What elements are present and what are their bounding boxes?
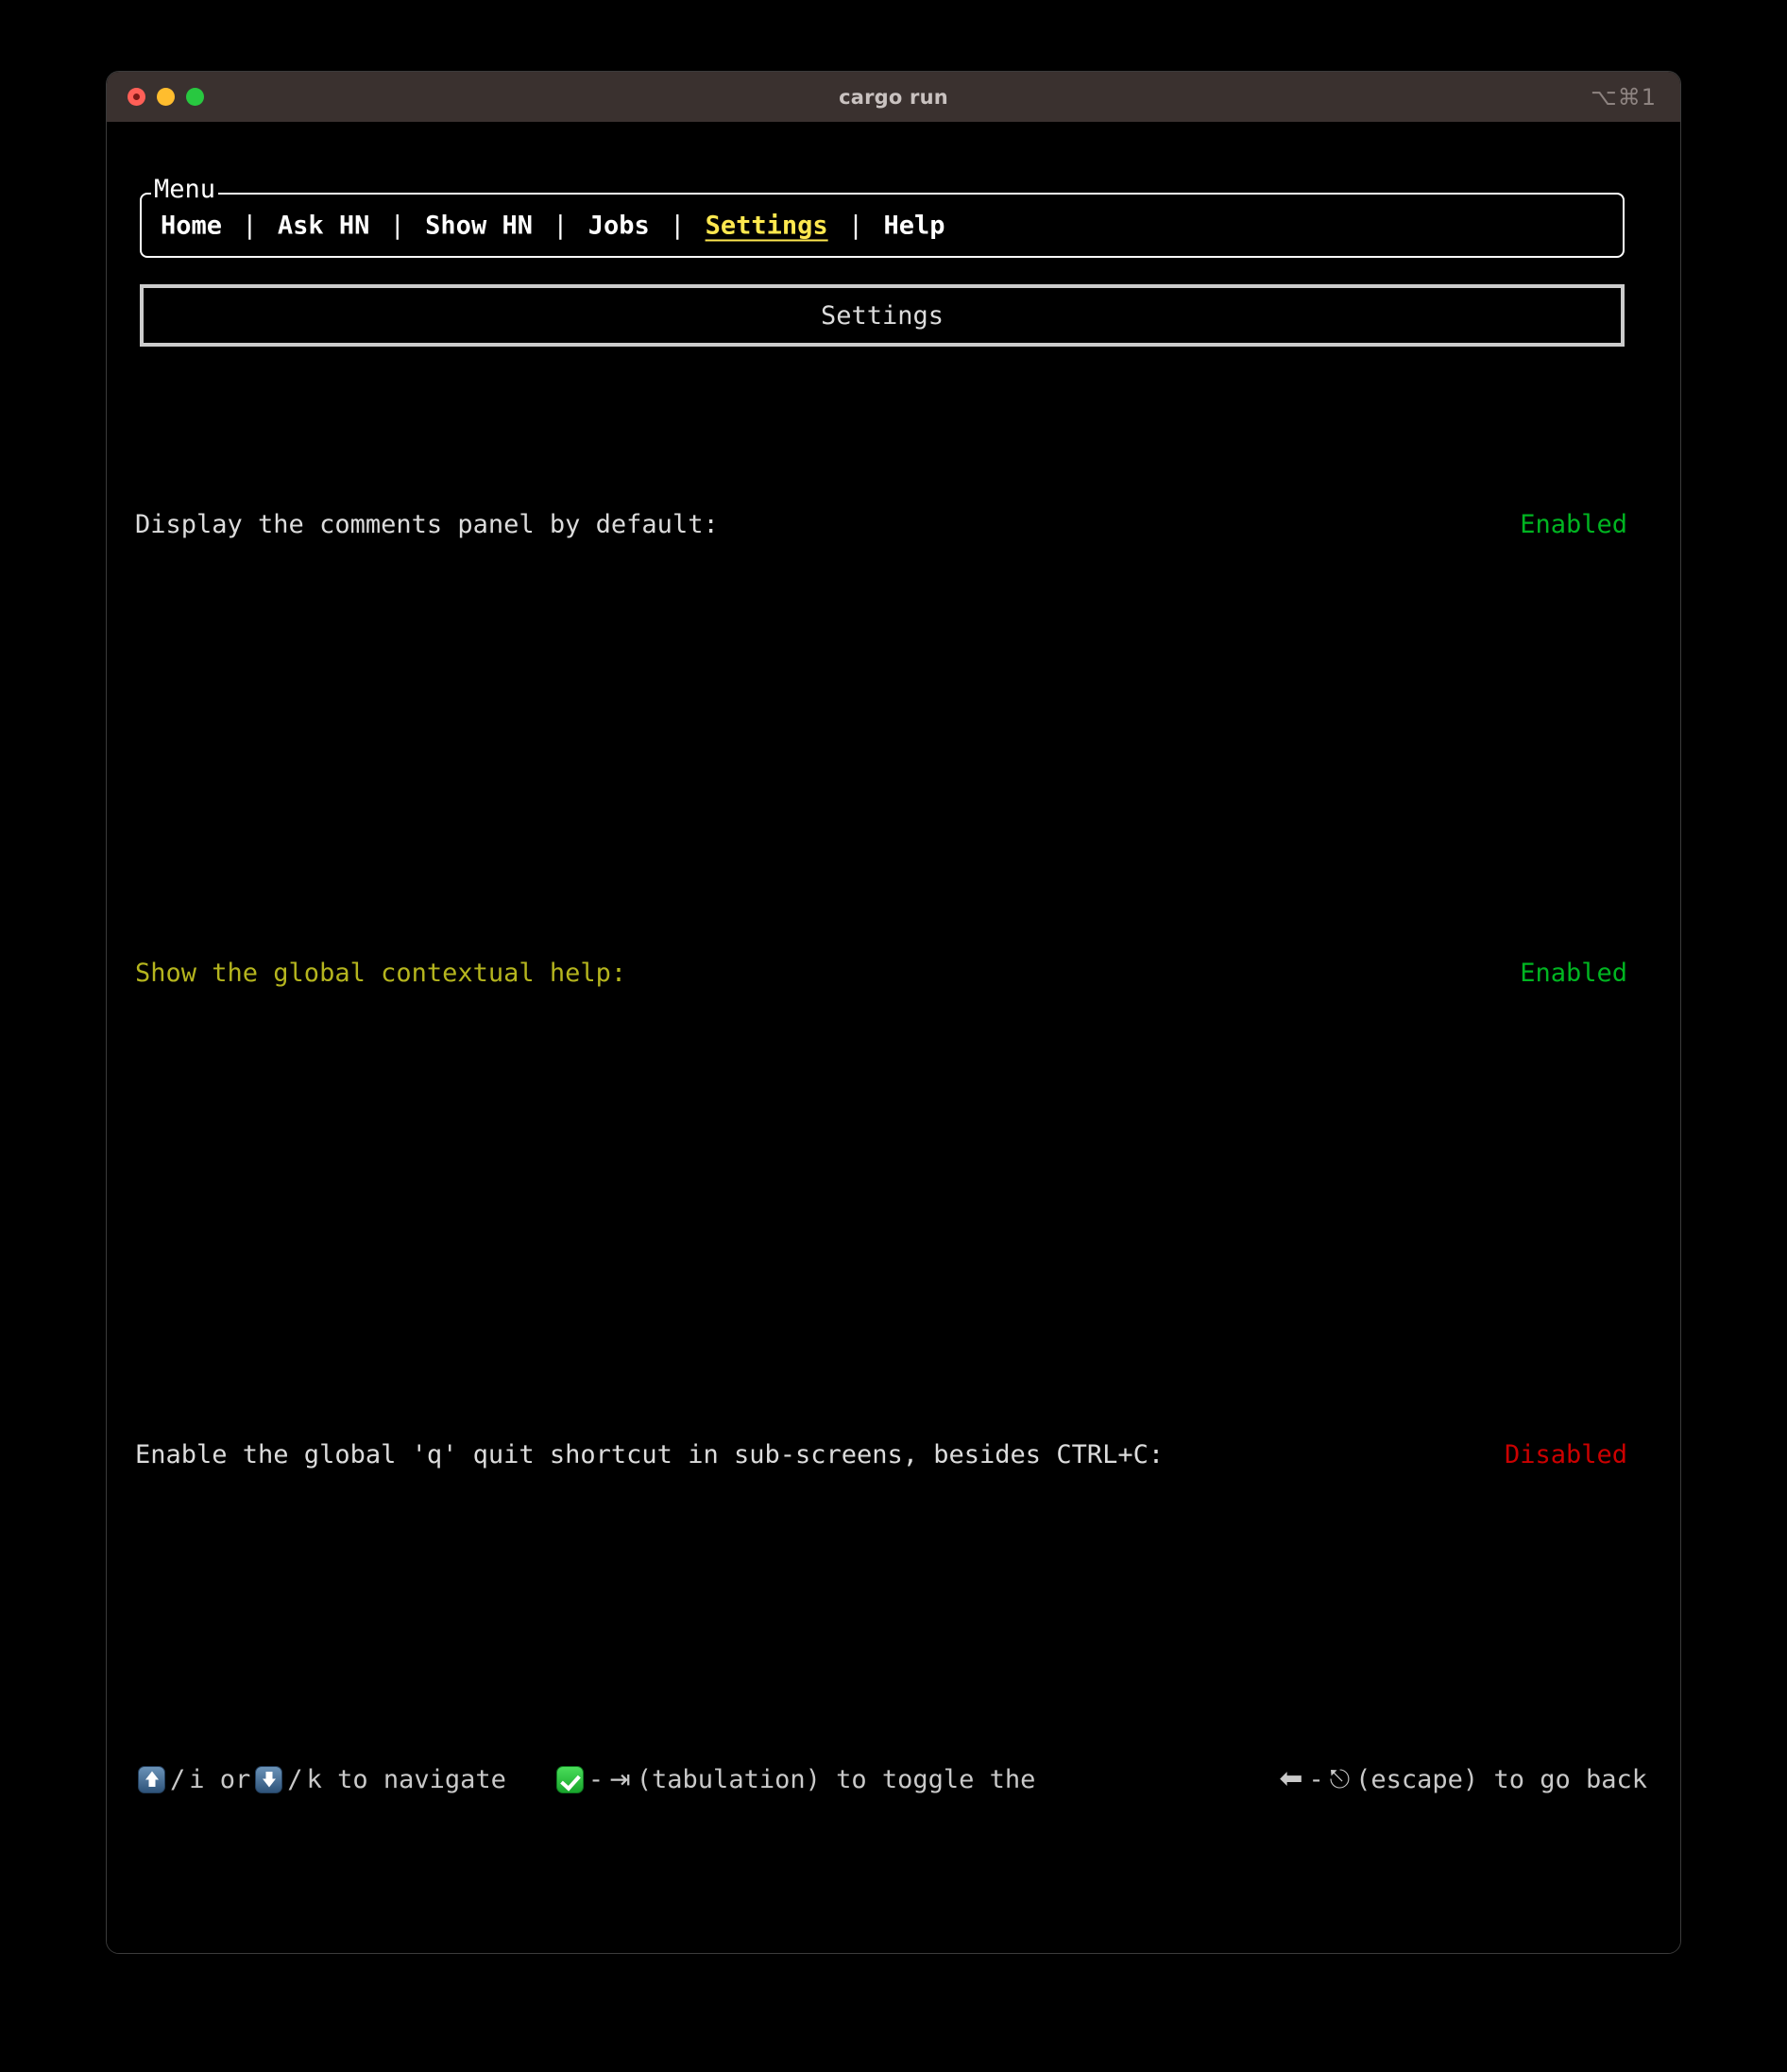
- help-nav-key-2: k to navigate: [306, 1764, 506, 1794]
- setting-label-comments-panel: Display the comments panel by default:: [135, 510, 719, 539]
- menu-item-home[interactable]: Home: [161, 211, 222, 240]
- tab-key-icon: ⇥: [609, 1764, 631, 1794]
- setting-row[interactable]: Display the comments panel by default: E…: [135, 512, 1627, 537]
- menu-separator: |: [242, 211, 258, 240]
- check-mark-icon: [555, 1765, 584, 1793]
- setting-label-contextual-help: Show the global contextual help:: [135, 959, 627, 988]
- menu-panel: Menu Home | Ask HN | Show HN | Jobs | Se…: [140, 177, 1625, 258]
- menu-item-settings[interactable]: Settings: [706, 211, 828, 240]
- arrow-up-icon: [138, 1765, 165, 1793]
- help-toggle-text: (tabulation) to toggle the: [636, 1764, 1036, 1794]
- menu-separator: |: [389, 211, 405, 240]
- menu-panel-legend: Menu: [151, 177, 219, 202]
- menu-item-help[interactable]: Help: [883, 211, 945, 240]
- setting-row[interactable]: Enable the global 'q' quit shortcut in s…: [135, 1442, 1627, 1468]
- page-title: Settings: [820, 300, 945, 331]
- screen-header-box: Settings: [140, 284, 1625, 347]
- help-nav-sep-2: /: [287, 1764, 303, 1794]
- window-shortcut-indicator: ⌥⌘1: [1591, 83, 1657, 110]
- setting-row[interactable]: Show the global contextual help: Enabled: [135, 960, 1627, 986]
- arrow-down-icon: [255, 1765, 283, 1793]
- tui-content: Menu Home | Ask HN | Show HN | Jobs | Se…: [107, 122, 1680, 1953]
- menu-item-jobs[interactable]: Jobs: [588, 211, 650, 240]
- arrow-left-icon: ⬅: [1279, 1762, 1303, 1795]
- menu-items: Home | Ask HN | Show HN | Jobs | Setting…: [161, 212, 945, 238]
- menu-separator: |: [553, 211, 569, 240]
- setting-value-comments-panel[interactable]: Enabled: [1520, 512, 1627, 537]
- menu-item-show-hn[interactable]: Show HN: [425, 211, 533, 240]
- terminal-window: cargo run ⌥⌘1 Menu Home | Ask HN | Show …: [106, 71, 1681, 1954]
- help-back-text: (escape) to go back: [1355, 1764, 1647, 1794]
- window-titlebar: cargo run ⌥⌘1: [107, 72, 1680, 122]
- help-back-hint: ⬅ - ⎋ (escape) to go back: [1275, 1765, 1649, 1793]
- escape-key-icon: ⎋: [1329, 1764, 1351, 1794]
- window-title: cargo run: [839, 85, 948, 109]
- help-back-dash: -: [1308, 1764, 1324, 1794]
- help-navigate-hint: / i or / k to navigate: [135, 1764, 508, 1794]
- setting-label-quit-shortcut: Enable the global 'q' quit shortcut in s…: [135, 1440, 1165, 1469]
- help-nav-sep-1: /: [170, 1764, 186, 1794]
- help-toggle-hint: - ⇥ (tabulation) to toggle the: [553, 1764, 1038, 1794]
- setting-value-quit-shortcut[interactable]: Disabled: [1505, 1442, 1627, 1468]
- menu-separator: |: [847, 211, 864, 240]
- menu-separator: |: [670, 211, 686, 240]
- help-status-bar: / i or / k to navigate - ⇥ (tabulation) …: [135, 1765, 1657, 1793]
- setting-value-contextual-help[interactable]: Enabled: [1520, 960, 1627, 986]
- help-nav-key-1: i or: [189, 1764, 251, 1794]
- menu-item-ask-hn[interactable]: Ask HN: [278, 211, 370, 240]
- help-toggle-dash: -: [587, 1764, 604, 1794]
